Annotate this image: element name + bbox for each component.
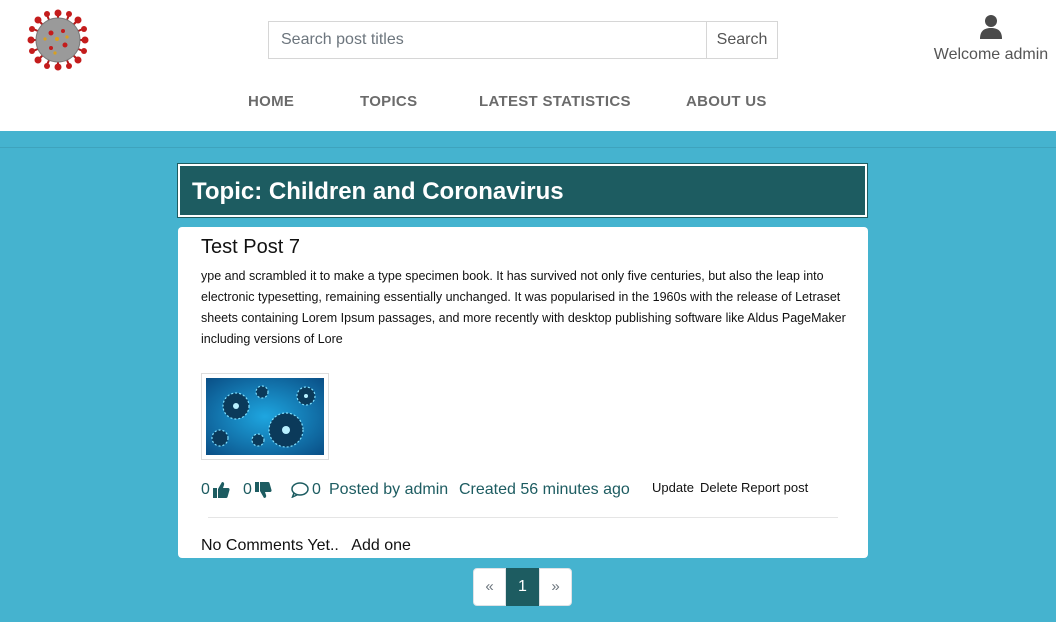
nav-home[interactable]: HOME [248,93,294,110]
pagination-prev[interactable]: « [473,568,506,606]
main-nav: HOME TOPICS LATEST STATISTICS ABOUT US [0,93,1056,113]
user-icon [980,15,1002,39]
nav-topics[interactable]: TOPICS [360,93,417,110]
topic-banner: Topic: Children and Coronavirus [177,163,868,218]
comment-icon[interactable] [291,482,309,498]
thumbs-up-icon[interactable] [212,481,230,499]
virus-image-icon [206,378,324,455]
pagination-page-current[interactable]: 1 [506,568,539,606]
post-title[interactable]: Test Post 7 [201,236,300,259]
post-card: Test Post 7 ype and scrambled it to make… [178,227,868,558]
posted-by: Posted by admin [329,481,449,498]
update-link[interactable]: Update [652,480,694,495]
post-image[interactable] [201,373,329,460]
comment-count: 0 [312,481,321,498]
like-count: 0 [201,481,210,498]
dislike-count: 0 [243,481,252,498]
search-bar: Search [268,21,778,59]
thumbs-down-icon[interactable] [254,481,272,499]
topic-title: Topic: Children and Coronavirus [192,178,564,205]
site-header: Search Welcome admin HOME TOPICS LATEST … [0,0,1056,131]
search-button[interactable]: Search [706,21,778,59]
created-time: Created 56 minutes ago [459,481,630,498]
search-input[interactable] [268,21,706,59]
nav-about-us[interactable]: ABOUT US [686,93,767,110]
add-comment-link[interactable]: Add one [351,537,411,554]
user-menu[interactable]: Welcome admin [928,14,1054,64]
no-comments-text: No Comments Yet.. [201,537,339,554]
delete-link[interactable]: Delete [700,480,738,495]
comments-section: No Comments Yet.. Add one [201,537,411,555]
pagination: « 1 » [473,568,572,606]
report-post-link[interactable]: Report post [741,480,808,495]
comments-divider [208,517,838,518]
welcome-text: Welcome admin [933,46,1049,63]
coronavirus-logo-icon[interactable] [27,9,89,71]
header-divider [0,131,1056,148]
post-body: ype and scrambled it to make a type spec… [201,269,846,346]
pagination-next[interactable]: » [539,568,572,606]
nav-latest-statistics[interactable]: LATEST STATISTICS [479,93,631,110]
